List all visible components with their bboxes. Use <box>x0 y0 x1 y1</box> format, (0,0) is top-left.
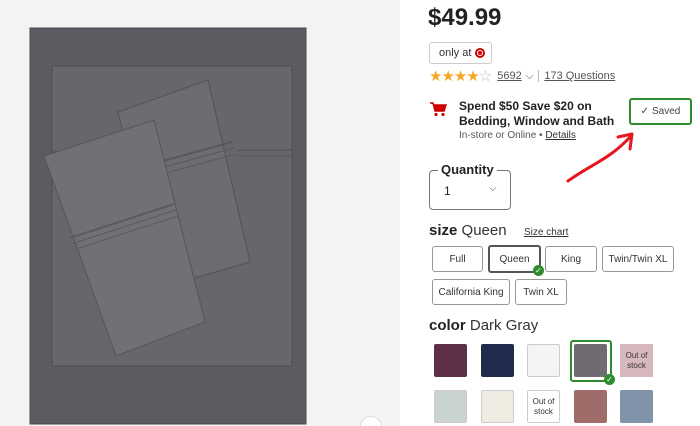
quantity-label: Quantity <box>438 162 497 177</box>
size-option-full[interactable]: Full <box>432 246 483 272</box>
price: $49.99 <box>428 4 502 31</box>
only-at-label: only at <box>439 47 472 59</box>
questions-link[interactable]: 173 Questions <box>544 70 615 82</box>
color-swatch-white[interactable] <box>527 344 560 377</box>
only-at-target-badge: only at <box>429 42 493 64</box>
color-heading-label: color <box>429 317 466 334</box>
target-logo-icon <box>475 48 486 58</box>
star-rating-icon[interactable]: ★★★★☆ <box>429 67 492 85</box>
color-swatch-light-blue-gray[interactable] <box>434 390 467 423</box>
size-heading-label: size <box>429 222 458 239</box>
color-swatch-dark-gray[interactable] <box>574 344 607 377</box>
availability-text: In-store or Online • <box>459 130 543 141</box>
rating-row: ★★★★☆ 5692 ⌵ 173 Questions <box>429 67 615 85</box>
product-image[interactable] <box>0 0 400 426</box>
size-selected-value: Queen <box>461 222 507 239</box>
review-count-link[interactable]: 5692 <box>497 70 521 82</box>
selected-check-icon: ✓ <box>604 374 615 385</box>
size-option-twin-twin-xl[interactable]: Twin/Twin XL <box>602 246 674 272</box>
annotation-arrow-icon <box>566 132 634 183</box>
color-heading: color Dark Gray <box>429 317 538 334</box>
cart-icon <box>430 102 447 117</box>
divider <box>538 70 540 82</box>
size-option-twin-xl[interactable]: Twin XL <box>515 279 567 305</box>
size-option-king[interactable]: King <box>545 246 597 272</box>
saved-button[interactable]: ✓ Saved <box>629 98 692 125</box>
chevron-down-icon[interactable]: ⌵ <box>526 71 534 82</box>
checkmark-icon: ✓ <box>640 106 650 117</box>
out-of-stock-label: Out of stock <box>620 344 653 377</box>
chevron-down-icon[interactable]: ⌵ <box>489 183 497 194</box>
color-selected-value: Dark Gray <box>469 317 539 334</box>
saved-label: Saved <box>652 106 681 117</box>
quantity-value[interactable]: 1 <box>444 184 451 198</box>
out-of-stock-label: Out of stock <box>532 396 555 416</box>
color-swatch-plum[interactable] <box>434 344 467 377</box>
color-swatch-slate-blue[interactable] <box>620 390 653 423</box>
color-swatch-navy[interactable] <box>481 344 514 377</box>
color-swatch-cream[interactable] <box>481 390 514 423</box>
size-option-california-king[interactable]: California King <box>432 279 510 305</box>
color-swatch-rose-brown[interactable] <box>574 390 607 423</box>
size-chart-link[interactable]: Size chart <box>524 227 568 238</box>
promo-availability: In-store or Online • Details <box>459 130 576 141</box>
sheet-set-photo <box>29 27 307 425</box>
size-heading: size Queen <box>429 222 507 239</box>
selected-check-icon: ✓ <box>533 265 544 276</box>
